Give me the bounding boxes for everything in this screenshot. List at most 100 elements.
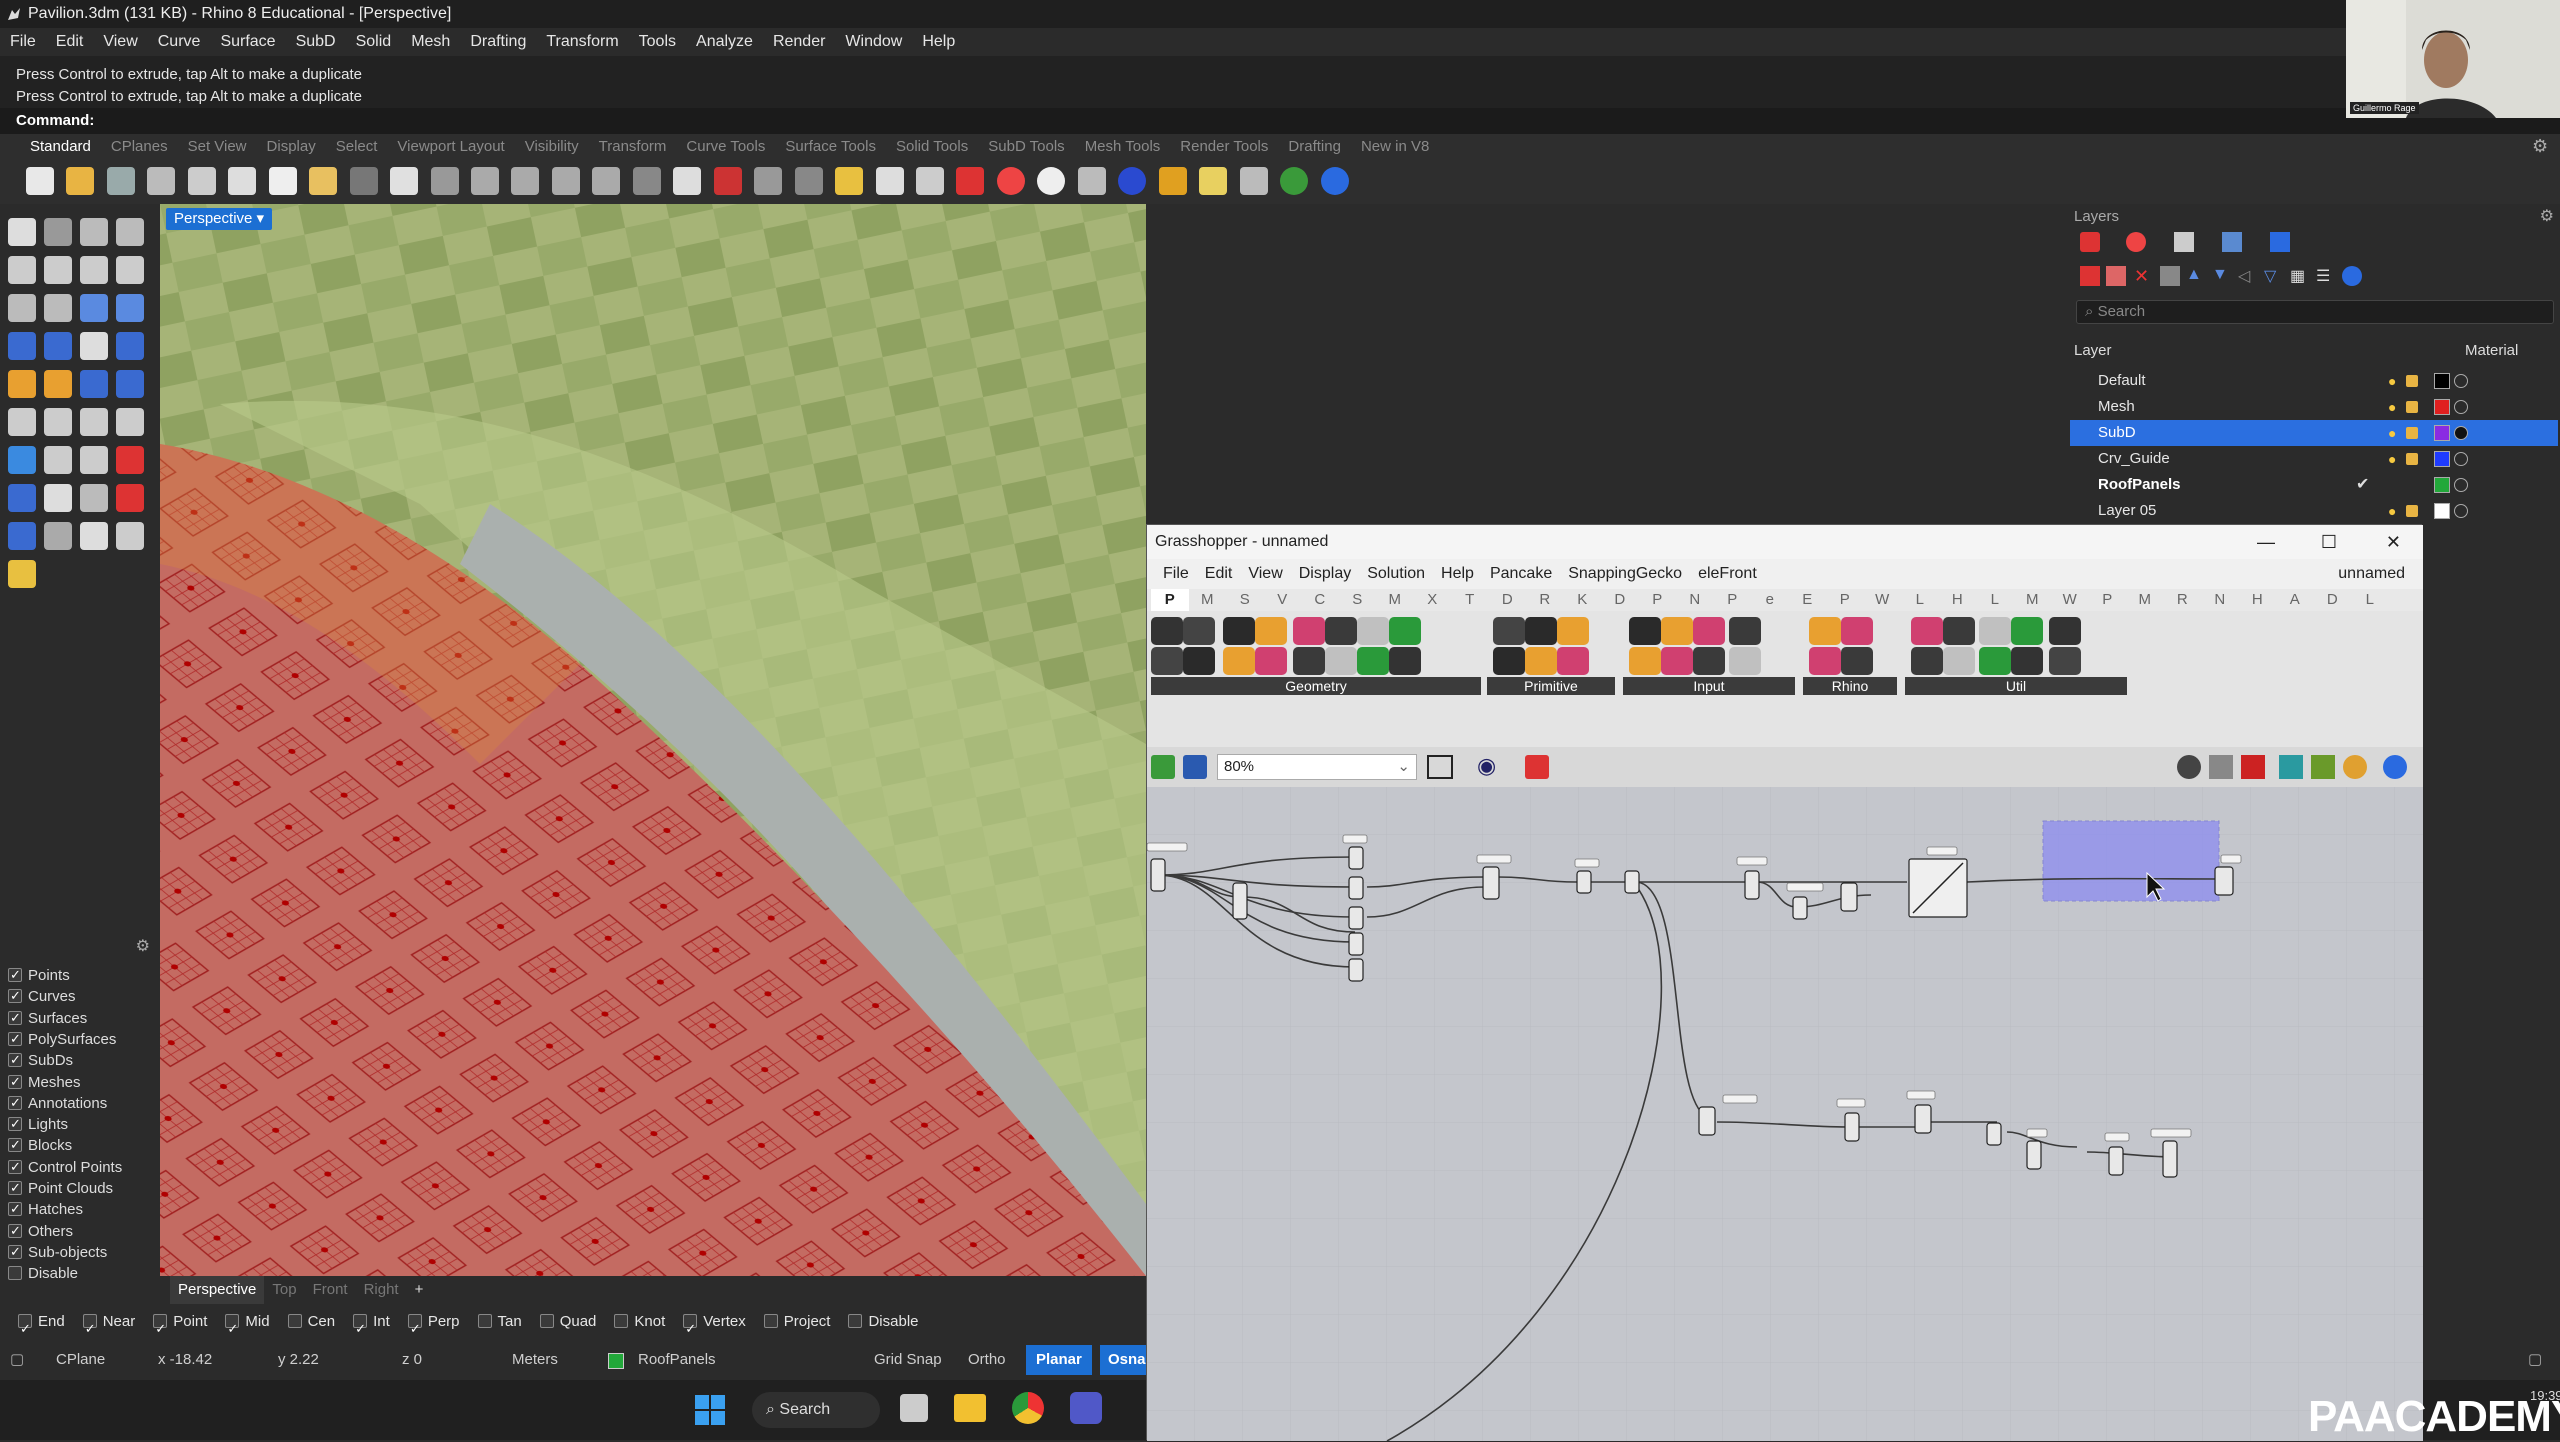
- layer-state-icon[interactable]: [2174, 232, 2194, 252]
- menu-subd[interactable]: SubD: [286, 28, 346, 56]
- gh-component-icon[interactable]: [1911, 617, 1943, 645]
- layer-material-icon[interactable]: [2454, 452, 2468, 466]
- arc-icon[interactable]: [80, 256, 108, 284]
- gh-tab[interactable]: D: [1601, 589, 1639, 611]
- filter-control-points[interactable]: Control Points: [8, 1157, 122, 1178]
- menu-window[interactable]: Window: [835, 28, 912, 56]
- osnap-checkbox[interactable]: [18, 1311, 32, 1347]
- render-sphere-icon[interactable]: [1118, 167, 1147, 195]
- gh-component-icon[interactable]: [1841, 617, 1873, 645]
- group-icon[interactable]: [8, 408, 36, 436]
- gh-component-icon[interactable]: [2011, 617, 2043, 645]
- move-icon[interactable]: [44, 446, 72, 474]
- gh-component-icon[interactable]: [1629, 617, 1661, 645]
- maximize-icon[interactable]: ☐: [2321, 525, 2337, 559]
- gh-tab[interactable]: H: [2239, 589, 2277, 611]
- menu-curve[interactable]: Curve: [148, 28, 211, 56]
- fillet-curve-icon[interactable]: [44, 294, 72, 322]
- lock-icon[interactable]: [2406, 505, 2418, 517]
- filter-checkbox[interactable]: [8, 965, 22, 985]
- gh-tab[interactable]: W: [2051, 589, 2089, 611]
- osnap-vertex[interactable]: Vertex: [683, 1304, 746, 1347]
- dimension-icon[interactable]: [8, 522, 36, 550]
- gh-tab[interactable]: X: [1414, 589, 1452, 611]
- status-ortho[interactable]: Ortho: [968, 1340, 1006, 1380]
- analyze-icon[interactable]: [116, 522, 144, 550]
- zoom-icon[interactable]: [470, 167, 499, 195]
- layer-material-icon[interactable]: [2454, 478, 2468, 492]
- menu-transform[interactable]: Transform: [536, 28, 628, 56]
- named-view-icon[interactable]: [2222, 232, 2242, 252]
- filter-point-clouds[interactable]: Point Clouds: [8, 1178, 113, 1199]
- gh-menu-display[interactable]: Display: [1291, 559, 1359, 589]
- eye-icon[interactable]: ◉: [1477, 753, 1496, 779]
- gh-category-label[interactable]: Geometry: [1151, 677, 1481, 695]
- filter-checkbox[interactable]: [8, 1199, 22, 1219]
- gh-component-icon[interactable]: [1693, 647, 1725, 675]
- status-grid-snap[interactable]: Grid Snap: [874, 1340, 942, 1380]
- filter-curves[interactable]: Curves: [8, 986, 76, 1007]
- gh-tab[interactable]: A: [2276, 589, 2314, 611]
- gh-tab[interactable]: P: [1826, 589, 1864, 611]
- sun-icon[interactable]: [1199, 167, 1228, 195]
- status-panel-icon[interactable]: ▢: [10, 1340, 26, 1380]
- gh-component-icon[interactable]: [1525, 647, 1557, 675]
- gh-component-icon[interactable]: [1325, 647, 1357, 675]
- undo-view-icon[interactable]: [632, 167, 661, 195]
- gear-icon[interactable]: ⚙: [2540, 206, 2554, 226]
- tab-cplanes[interactable]: CPlanes: [101, 134, 178, 160]
- preview-wire-icon[interactable]: [2209, 755, 2233, 779]
- explode-icon[interactable]: [8, 370, 36, 398]
- preview-shaded-icon[interactable]: [2241, 755, 2265, 779]
- gh-component-icon[interactable]: [1557, 647, 1589, 675]
- zoom-extents-icon[interactable]: [551, 167, 580, 195]
- circle-icon[interactable]: [8, 256, 36, 284]
- four-viewports-icon[interactable]: [673, 167, 702, 195]
- minimize-icon[interactable]: —: [2257, 525, 2275, 559]
- tab-surface-tools[interactable]: Surface Tools: [775, 134, 886, 160]
- gumball-tool-icon[interactable]: [44, 522, 72, 550]
- tab-solid-tools[interactable]: Solid Tools: [886, 134, 978, 160]
- gh-tab[interactable]: S: [1339, 589, 1377, 611]
- gh-tab[interactable]: P: [2089, 589, 2127, 611]
- layer-color-swatch[interactable]: [2434, 399, 2450, 415]
- polygon-icon[interactable]: [8, 294, 36, 322]
- gh-tab[interactable]: E: [1789, 589, 1827, 611]
- gh-component-icon[interactable]: [1183, 647, 1215, 675]
- cut-icon[interactable]: [228, 167, 257, 195]
- taskbar-search[interactable]: ⌕ Search: [752, 1392, 880, 1428]
- gh-tab[interactable]: P: [1639, 589, 1677, 611]
- osnap-checkbox[interactable]: [763, 1314, 778, 1328]
- layer-search-input[interactable]: ⌕ Search: [2076, 300, 2554, 324]
- tab-subd-tools[interactable]: SubD Tools: [978, 134, 1074, 160]
- gh-tab[interactable]: M: [2126, 589, 2164, 611]
- new-layer-icon[interactable]: [2106, 266, 2126, 286]
- layer-color-swatch[interactable]: [2434, 503, 2450, 519]
- gh-component-icon[interactable]: [1389, 617, 1421, 645]
- tab-curve-tools[interactable]: Curve Tools: [676, 134, 775, 160]
- ghosted-car-icon[interactable]: [754, 167, 783, 195]
- help-icon[interactable]: [1320, 167, 1349, 195]
- filter-checkbox[interactable]: [8, 1072, 22, 1092]
- gh-tab[interactable]: L: [1901, 589, 1939, 611]
- gh-tab[interactable]: S: [1226, 589, 1264, 611]
- rectangle-icon[interactable]: [116, 256, 144, 284]
- gh-component-icon[interactable]: [1223, 647, 1255, 675]
- gh-canvas[interactable]: [1147, 787, 2423, 1441]
- vp-tab-perspective[interactable]: Perspective: [170, 1276, 265, 1304]
- menu-mesh[interactable]: Mesh: [401, 28, 460, 56]
- osnap-perp[interactable]: Perp: [407, 1304, 460, 1347]
- tab-render-tools[interactable]: Render Tools: [1170, 134, 1278, 160]
- ellipse-icon[interactable]: [44, 256, 72, 284]
- filter-hatches[interactable]: Hatches: [8, 1199, 83, 1220]
- vp-tab-front[interactable]: Front: [305, 1276, 356, 1304]
- gh-menu-help[interactable]: Help: [1433, 559, 1482, 589]
- layer-color-swatch[interactable]: [2434, 425, 2450, 441]
- polyline-icon[interactable]: [80, 218, 108, 246]
- sphere-white-icon[interactable]: [1037, 167, 1066, 195]
- pan-hand-icon[interactable]: [390, 167, 419, 195]
- gh-menu-view[interactable]: View: [1240, 559, 1290, 589]
- gh-menu-snappinggecko[interactable]: SnappingGecko: [1560, 559, 1690, 589]
- gh-tab[interactable]: R: [1526, 589, 1564, 611]
- osnap-checkbox[interactable]: [477, 1314, 492, 1328]
